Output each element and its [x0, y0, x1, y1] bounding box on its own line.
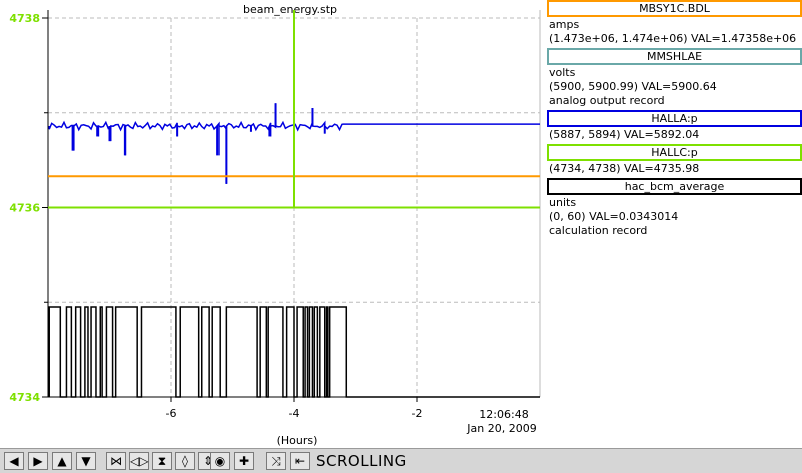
legend-entry-detail: (4734, 4738) VAL=4735.98 [549, 162, 700, 175]
legend-entry-title[interactable]: HALLA:p [547, 110, 802, 127]
y-tick-label: 4736 [9, 202, 40, 215]
legend-entry-detail: calculation record [549, 224, 648, 237]
x-tick-label: -2 [412, 407, 423, 420]
mode-button[interactable]: ⇤ [290, 452, 310, 470]
series-line-hac-bcm-average [48, 306, 540, 398]
zoom-out-x-icon: ◁▷ [130, 454, 149, 468]
pan-right-button[interactable]: ▶ [28, 452, 48, 470]
series-layer [48, 10, 540, 398]
add-button[interactable]: ✚ [234, 452, 254, 470]
zoom-in-x-icon: ⋈ [110, 454, 122, 468]
stagger-button[interactable]: ◉ [210, 452, 230, 470]
legend-entry-detail: (5887, 5894) VAL=5892.04 [549, 128, 700, 141]
legend-entry-title[interactable]: MBSY1C.BDL [547, 0, 802, 17]
legend-entry-detail: units [549, 196, 577, 209]
zoom-in-x-button[interactable]: ⋈ [106, 452, 126, 470]
y-tick-label: 4734 [9, 391, 40, 404]
plot-area[interactable]: beam_energy.stp -6 -4 -2 4738 4736 4734 (Hour… [0, 0, 545, 448]
chart-title: beam_energy.stp [243, 3, 337, 16]
x-axis-label: (Hours) [277, 434, 318, 447]
zoom-in-y-icon: ⧗ [157, 454, 167, 468]
legend-entry-detail: (0, 60) VAL=0.0343014 [549, 210, 679, 223]
chart-svg[interactable]: beam_energy.stp -6 -4 -2 4738 4736 4734 (Hour… [0, 0, 545, 448]
axes [42, 10, 541, 402]
undo-button[interactable]: ⤨ [266, 452, 286, 470]
legend-entry-detail: amps [549, 18, 580, 31]
legend-entry-detail: (5900, 5900.99) VAL=5900.64 [549, 80, 717, 93]
time-label-time: 12:06:48 [479, 408, 528, 421]
plus-icon: ✚ [238, 454, 250, 468]
pan-up-button[interactable]: ▲ [52, 452, 72, 470]
arrow-up-icon: ▲ [57, 454, 67, 468]
legend-entry-title[interactable]: MMSHLAE [547, 48, 802, 65]
toolbar: SCROLLING ◀ ▶ ▲ ▼ ⋈ ◁▷ ⧗ ◊ ⇕ ◉ ✚ ⤨ ⇤ [0, 448, 802, 473]
undo-icon: ⤨ [271, 454, 281, 468]
record-icon: ◉ [214, 454, 226, 468]
y-tick-label: 4738 [9, 12, 40, 25]
arrow-left-icon: ◀ [9, 454, 19, 468]
x-tick-label: -4 [289, 407, 300, 420]
pan-left-button[interactable]: ◀ [4, 452, 24, 470]
pan-down-button[interactable]: ▼ [76, 452, 96, 470]
zoom-out-y-icon: ◊ [182, 454, 188, 468]
legend-entry-title[interactable]: HALLC:p [547, 144, 802, 161]
legend-entry-title[interactable]: hac_bcm_average [547, 178, 802, 195]
mode-icon: ⇤ [294, 454, 306, 468]
x-tick-label: -6 [166, 407, 177, 420]
legend-entry-detail: analog output record [549, 94, 665, 107]
zoom-in-y-button[interactable]: ⧗ [152, 452, 172, 470]
mode-label: SCROLLING [316, 452, 407, 470]
time-label-date: Jan 20, 2009 [466, 422, 536, 435]
arrow-right-icon: ▶ [33, 454, 43, 468]
zoom-out-y-button[interactable]: ◊ [175, 452, 195, 470]
arrow-down-icon: ▼ [81, 454, 91, 468]
legend-entry-detail: volts [549, 66, 576, 79]
legend: MBSY1C.BDL amps (1.473e+06, 1.474e+06) VAL… [545, 0, 802, 448]
legend-entry-detail: (1.473e+06, 1.474e+06) VAL=1.47358e+06 [549, 32, 797, 45]
zoom-out-x-button[interactable]: ◁▷ [129, 452, 149, 470]
